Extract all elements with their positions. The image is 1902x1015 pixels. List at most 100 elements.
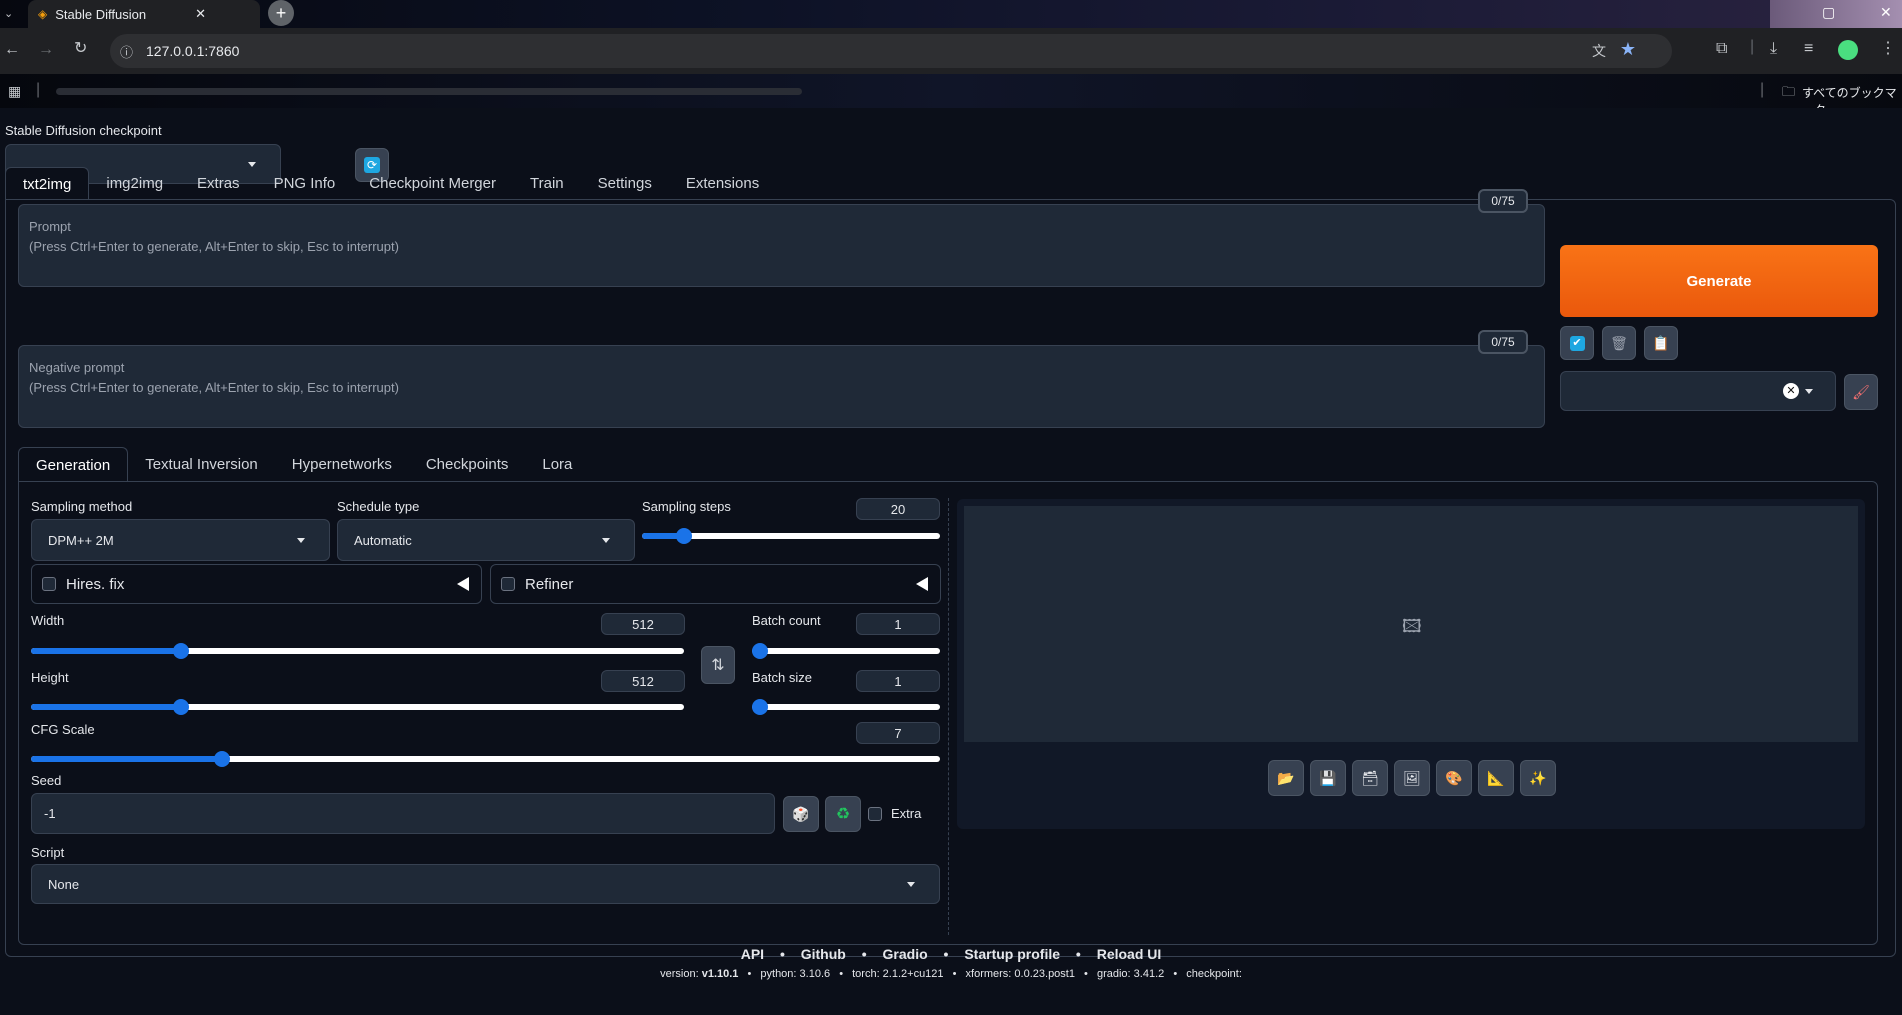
tab-hypernetworks[interactable]: Hypernetworks xyxy=(275,447,409,482)
tab-lora[interactable]: Lora xyxy=(525,447,589,482)
profile-avatar[interactable] xyxy=(1838,40,1858,60)
save-button[interactable]: 💾 xyxy=(1310,760,1346,796)
tab-checkpoint-merger[interactable]: Checkpoint Merger xyxy=(352,167,513,200)
hires-fix-accordion[interactable]: Hires. fix xyxy=(31,564,482,604)
forward-icon[interactable]: → xyxy=(38,42,54,58)
schedule-type-dropdown[interactable]: Automatic xyxy=(337,519,635,561)
window-controls: ▢ ✕ xyxy=(1770,0,1902,28)
tab-train[interactable]: Train xyxy=(513,167,581,200)
edit-styles-button[interactable]: 🖌 xyxy=(1844,374,1878,410)
sampling-steps-slider[interactable] xyxy=(642,528,940,544)
tab-extensions[interactable]: Extensions xyxy=(669,167,776,200)
paste-button[interactable]: 📋 xyxy=(1644,326,1678,360)
slider-handle[interactable] xyxy=(173,699,189,715)
tab-textual-inversion[interactable]: Textual Inversion xyxy=(128,447,275,482)
site-info-icon[interactable]: ⓘ xyxy=(120,42,133,61)
width-slider[interactable] xyxy=(31,643,684,659)
height-slider[interactable] xyxy=(31,699,684,715)
footer-link-startup-profile[interactable]: Startup profile xyxy=(964,946,1060,962)
menu-icon[interactable]: ⋮ xyxy=(1880,41,1896,57)
bookmarks-divider: | xyxy=(36,81,41,98)
footer-link-reload-ui[interactable]: Reload UI xyxy=(1097,946,1162,962)
send-to-extras-button[interactable]: 📐 xyxy=(1478,760,1514,796)
tab-img2img[interactable]: img2img xyxy=(89,167,180,200)
swap-dimensions-button[interactable]: ⇅ xyxy=(701,646,735,684)
send-to-inpaint-button[interactable]: 🎨 xyxy=(1436,760,1472,796)
clear-styles-icon[interactable]: ✕ xyxy=(1783,383,1799,399)
close-window-icon[interactable]: ✕ xyxy=(1880,4,1892,21)
extra-seed-checkbox[interactable] xyxy=(868,807,882,821)
refiner-accordion[interactable]: Refiner xyxy=(490,564,941,604)
cfg-scale-input[interactable]: 7 xyxy=(856,722,940,744)
bookmark-star-icon[interactable]: ★ xyxy=(1620,39,1636,60)
tab-txt2img[interactable]: txt2img xyxy=(5,167,90,200)
browser-tab[interactable]: ◈ Stable Diffusion ✕ xyxy=(28,0,260,28)
show-extra-networks-button[interactable]: ✔ xyxy=(1560,326,1594,360)
sampling-method-dropdown[interactable]: DPM++ 2M xyxy=(31,519,330,561)
batch-count-label: Batch count xyxy=(752,613,821,628)
tab-png-info[interactable]: PNG Info xyxy=(257,167,353,200)
translate-icon[interactable]: 文 xyxy=(1592,41,1606,61)
slider-handle[interactable] xyxy=(214,751,230,767)
refiner-label: Refiner xyxy=(525,575,574,593)
height-input[interactable]: 512 xyxy=(601,670,685,692)
slider-handle[interactable] xyxy=(173,643,189,659)
refiner-checkbox[interactable] xyxy=(501,577,515,591)
styles-dropdown[interactable]: ✕ xyxy=(1560,371,1836,411)
random-seed-button[interactable]: 🎲 xyxy=(783,796,819,832)
script-dropdown[interactable]: None xyxy=(31,864,940,904)
prompt-textarea[interactable]: Prompt (Press Ctrl+Enter to generate, Al… xyxy=(18,204,1545,287)
collapse-triangle-icon[interactable] xyxy=(457,577,469,591)
archive-icon: 🗃 xyxy=(1361,769,1379,786)
clear-prompt-button[interactable]: 🗑 xyxy=(1602,326,1636,360)
tab-generation[interactable]: Generation xyxy=(18,447,129,482)
webui-app: Stable Diffusion checkpoint ⟳ txt2img im… xyxy=(0,108,1902,1015)
extensions-icon[interactable]: ⧉ xyxy=(1716,41,1727,57)
slider-handle[interactable] xyxy=(752,699,768,715)
collapse-triangle-icon[interactable] xyxy=(916,577,928,591)
address-bar[interactable]: ⓘ 127.0.0.1:7860 文 ★ xyxy=(110,34,1672,68)
negative-prompt-textarea[interactable]: Negative prompt (Press Ctrl+Enter to gen… xyxy=(18,345,1545,428)
tab-checkpoints[interactable]: Checkpoints xyxy=(409,447,526,482)
browser-tab-title: Stable Diffusion xyxy=(55,6,147,22)
footer-link-gradio[interactable]: Gradio xyxy=(883,946,928,962)
batch-size-input[interactable]: 1 xyxy=(856,670,940,692)
sampling-steps-input[interactable]: 20 xyxy=(856,498,940,520)
image-placeholder-icon: 🖾 xyxy=(1402,616,1422,636)
generate-button[interactable]: Generate xyxy=(1560,245,1878,317)
width-input[interactable]: 512 xyxy=(601,613,685,635)
footer-link-api[interactable]: API xyxy=(741,946,764,962)
batch-count-slider[interactable] xyxy=(752,643,940,659)
slider-handle[interactable] xyxy=(752,643,768,659)
media-control-icon[interactable]: ≡ xyxy=(1804,41,1813,57)
upscale-button[interactable]: ✨ xyxy=(1520,760,1556,796)
apps-icon[interactable]: ▦ xyxy=(8,83,21,99)
recycle-icon: ♻ xyxy=(835,806,851,823)
maximize-icon[interactable]: ▢ xyxy=(1822,4,1835,21)
cfg-scale-slider[interactable] xyxy=(31,751,940,767)
download-icon[interactable]: ⤓ xyxy=(1770,41,1777,57)
new-tab-icon[interactable]: + xyxy=(268,0,294,26)
batch-count-input[interactable]: 1 xyxy=(856,613,940,635)
tab-settings[interactable]: Settings xyxy=(581,167,669,200)
main-tab-bar: txt2img img2img Extras PNG Info Checkpoi… xyxy=(5,167,776,200)
footer-separator: • xyxy=(1075,946,1081,962)
batch-size-slider[interactable] xyxy=(752,699,940,715)
swap-icon: ⇅ xyxy=(711,657,725,674)
hires-fix-checkbox[interactable] xyxy=(42,577,56,591)
tab-extras[interactable]: Extras xyxy=(180,167,257,200)
close-tab-icon[interactable]: ✕ xyxy=(195,6,206,22)
tab-search-icon[interactable]: ⌄ xyxy=(4,6,13,22)
slider-handle[interactable] xyxy=(676,528,692,544)
browser-toolbar: ← → ↻ ⓘ 127.0.0.1:7860 文 ★ ⧉ | ⤓ ≡ ⋮ xyxy=(0,28,1902,74)
seed-input[interactable]: -1 xyxy=(31,793,775,834)
reload-icon[interactable]: ↻ xyxy=(74,41,87,57)
reuse-seed-button[interactable]: ♻ xyxy=(825,796,861,832)
footer-link-github[interactable]: Github xyxy=(801,946,846,962)
zip-button[interactable]: 🗃 xyxy=(1352,760,1388,796)
cfg-scale-label: CFG Scale xyxy=(31,722,95,737)
script-label: Script xyxy=(31,845,65,860)
send-to-img2img-button[interactable]: 🖼 xyxy=(1394,760,1430,796)
open-folder-button[interactable]: 📂 xyxy=(1268,760,1304,796)
back-icon[interactable]: ← xyxy=(4,42,20,58)
